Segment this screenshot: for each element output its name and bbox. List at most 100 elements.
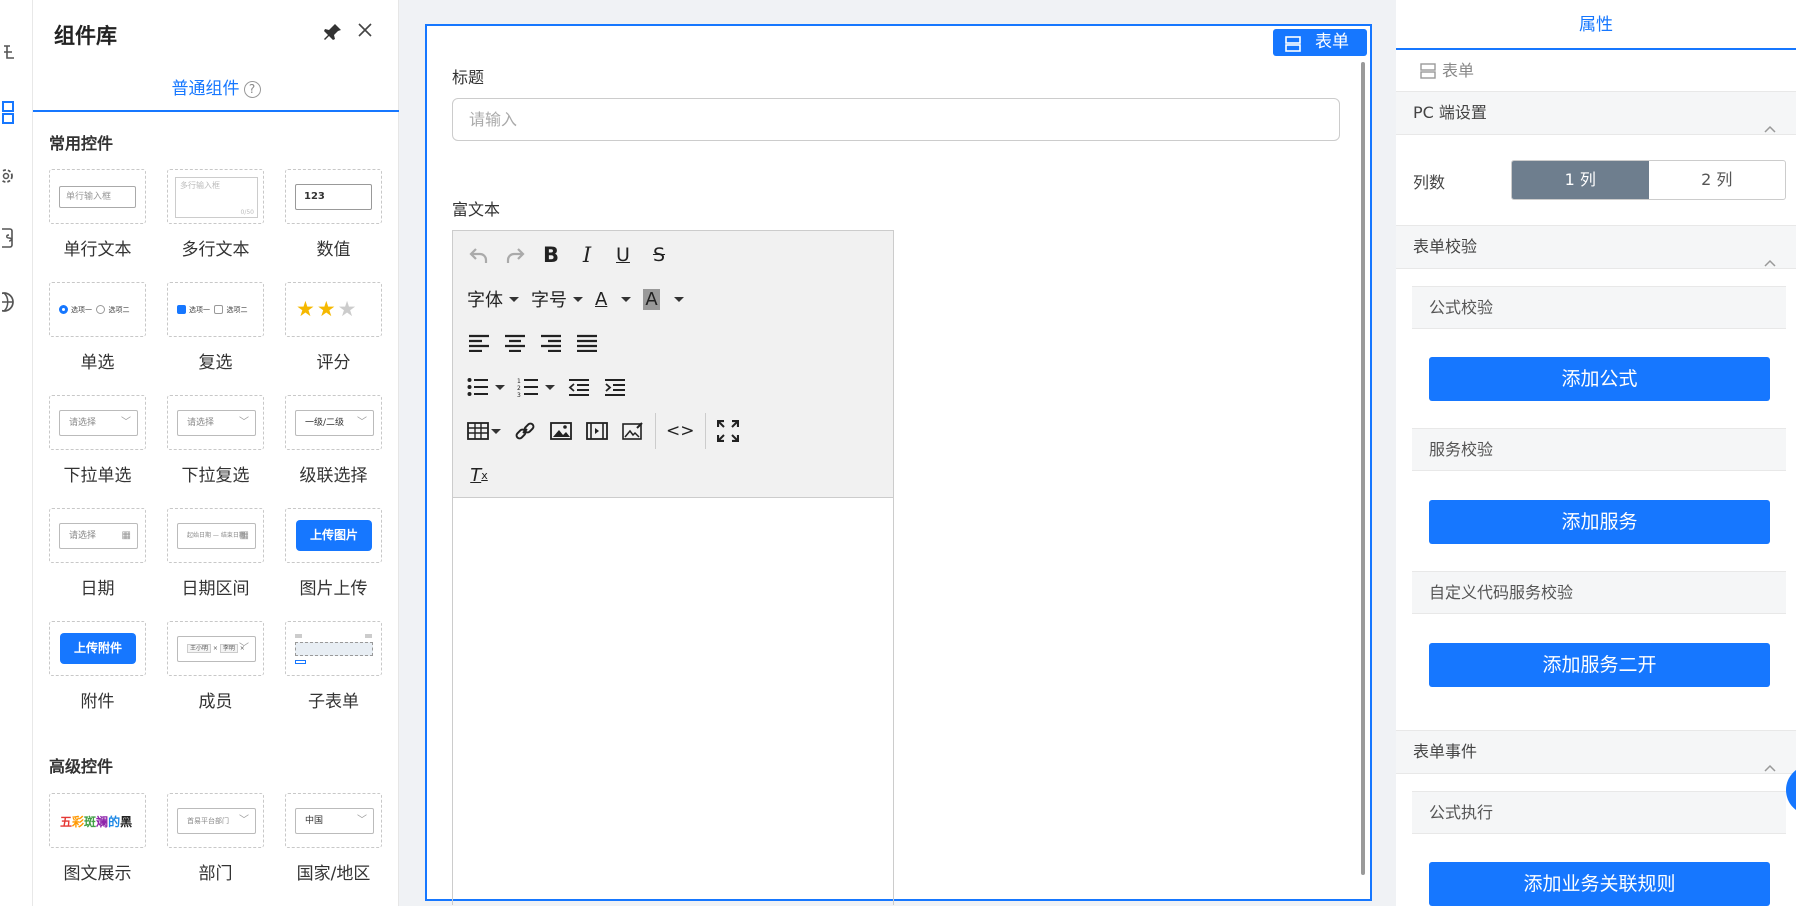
component-label: 数值 bbox=[316, 240, 351, 260]
background-color-button[interactable]: A bbox=[637, 281, 689, 317]
chevron-down-icon: ﹀ bbox=[121, 417, 131, 428]
align-left-icon[interactable] bbox=[461, 325, 497, 361]
component-attachment[interactable]: 上传附件 附件 bbox=[49, 621, 146, 734]
preview-cascader: 一级/二级 ﹀ bbox=[295, 410, 374, 436]
component-radio[interactable]: 选项一 选项二 单选 bbox=[49, 282, 146, 395]
component-cascader[interactable]: 一级/二级 ﹀ 级联选择 bbox=[285, 395, 382, 508]
add-formula-button[interactable]: 添加公式 bbox=[1429, 357, 1770, 401]
form-validation-header[interactable]: 表单校验 bbox=[1396, 225, 1796, 269]
font-family-dropdown[interactable]: 字体 bbox=[461, 281, 525, 317]
service-validation-header: 服务校验 bbox=[1412, 428, 1786, 471]
redo-icon[interactable] bbox=[497, 237, 533, 273]
pc-settings-header[interactable]: PC 端设置 bbox=[1396, 91, 1796, 135]
form-tag[interactable]: 表单 bbox=[1273, 29, 1367, 56]
component-image-upload[interactable]: 上传图片 图片上传 bbox=[285, 508, 382, 621]
section-advanced-title: 高级控件 bbox=[49, 757, 114, 776]
component-number[interactable]: 123 数值 bbox=[285, 169, 382, 282]
title-field-label: 标题 bbox=[452, 68, 485, 87]
component-multi-text[interactable]: 多行输入框 0/50 多行文本 bbox=[167, 169, 264, 282]
preview-member: 王小明 × 李明 × ﹀ bbox=[177, 636, 256, 662]
component-select-single[interactable]: 请选择 ﹀ 下拉单选 bbox=[49, 395, 146, 508]
columns-option-1[interactable]: 1 列 bbox=[1512, 161, 1649, 199]
component-label: 日期区间 bbox=[181, 579, 250, 599]
globe-icon[interactable] bbox=[0, 288, 14, 314]
calendar-icon: ▦ bbox=[121, 530, 131, 541]
component-date[interactable]: 请选择 ▦ 日期 bbox=[49, 508, 146, 621]
canvas-scrollbar[interactable] bbox=[1361, 62, 1365, 875]
richtext-toolbar: B I U S 字体 字号 A A 123 <> T x bbox=[453, 231, 893, 498]
align-center-icon[interactable] bbox=[497, 325, 533, 361]
add-service-button[interactable]: 添加服务 bbox=[1429, 500, 1770, 544]
chevron-up-icon bbox=[1764, 107, 1776, 149]
add-business-rule-button[interactable]: 添加业务关联规则 bbox=[1429, 862, 1770, 906]
clear-format-icon[interactable]: Tx bbox=[461, 457, 497, 493]
component-label: 多行文本 bbox=[181, 240, 250, 260]
preview-upload-file: 上传附件 bbox=[60, 633, 136, 664]
text-color-button[interactable]: A bbox=[589, 281, 637, 317]
add-custom-service-button[interactable]: 添加服务二开 bbox=[1429, 643, 1770, 687]
component-department[interactable]: 首易平台部门 ﹀ 部门 bbox=[167, 793, 264, 906]
close-icon[interactable] bbox=[357, 22, 373, 42]
tab-common-components[interactable]: 普通组件? bbox=[33, 70, 399, 112]
icon-rail bbox=[0, 0, 33, 906]
component-label: 下拉单选 bbox=[63, 466, 132, 486]
form-icon bbox=[1420, 62, 1436, 86]
component-label: 级联选择 bbox=[299, 466, 368, 486]
custom-code-validation-header: 自定义代码服务校验 bbox=[1412, 571, 1786, 614]
component-rich-display[interactable]: 五彩斑斓的黑 图文展示 bbox=[49, 793, 146, 906]
component-label: 部门 bbox=[198, 864, 233, 884]
font-size-dropdown[interactable]: 字号 bbox=[525, 281, 589, 317]
component-label: 单选 bbox=[80, 353, 115, 373]
form-canvas[interactable]: 表单 标题 富文本 B I U S 字体 字号 A A bbox=[425, 24, 1372, 905]
component-date-range[interactable]: 起始日期 — 结束日期 ▦ 日期区间 bbox=[167, 508, 264, 621]
form-events-header[interactable]: 表单事件 bbox=[1396, 730, 1796, 774]
title-input[interactable] bbox=[452, 98, 1340, 141]
component-single-text[interactable]: 单行输入框 单行文本 bbox=[49, 169, 146, 282]
columns-option-2[interactable]: 2 列 bbox=[1649, 161, 1786, 199]
preview-upload-image: 上传图片 bbox=[296, 520, 372, 551]
table-icon[interactable] bbox=[461, 413, 507, 449]
richtext-editor[interactable]: B I U S 字体 字号 A A 123 <> T x bbox=[452, 230, 894, 905]
image-edit-icon[interactable] bbox=[615, 413, 651, 449]
preview-date: 请选择 ▦ bbox=[59, 523, 138, 549]
align-right-icon[interactable] bbox=[533, 325, 569, 361]
gear-icon[interactable] bbox=[0, 163, 14, 189]
strikethrough-icon[interactable]: S bbox=[641, 237, 677, 273]
undo-icon[interactable] bbox=[461, 237, 497, 273]
tab-properties[interactable]: 属性 bbox=[1396, 0, 1796, 50]
bullet-list-icon[interactable] bbox=[461, 369, 511, 405]
component-icon[interactable] bbox=[0, 99, 14, 125]
component-country[interactable]: 中国 ﹀ 国家/地区 bbox=[285, 793, 382, 906]
underline-icon[interactable]: U bbox=[605, 237, 641, 273]
component-rating[interactable]: ★★★ 评分 bbox=[285, 282, 382, 395]
preview-textarea: 多行输入框 0/50 bbox=[175, 177, 258, 218]
align-justify-icon[interactable] bbox=[569, 325, 605, 361]
script-icon[interactable] bbox=[0, 225, 14, 251]
component-checkbox[interactable]: 选项一 选项二 复选 bbox=[167, 282, 264, 395]
help-icon[interactable]: ? bbox=[243, 81, 261, 98]
preview-checkbox: 选项一 选项二 bbox=[177, 305, 247, 315]
bold-icon[interactable]: B bbox=[533, 237, 569, 273]
tree-icon[interactable] bbox=[0, 40, 14, 66]
component-label: 成员 bbox=[198, 692, 233, 712]
indent-icon[interactable] bbox=[597, 369, 633, 405]
component-label: 国家/地区 bbox=[296, 864, 371, 884]
component-subform[interactable]: 子表单 bbox=[285, 621, 382, 734]
chevron-up-icon bbox=[1764, 241, 1776, 283]
link-icon[interactable] bbox=[507, 413, 543, 449]
preview-subform bbox=[285, 621, 382, 676]
numbered-list-icon[interactable]: 123 bbox=[511, 369, 561, 405]
pin-icon[interactable] bbox=[323, 22, 343, 46]
italic-icon[interactable]: I bbox=[569, 237, 605, 273]
chevron-down-icon: ﹀ bbox=[239, 643, 249, 654]
component-member[interactable]: 王小明 × 李明 × ﹀ 成员 bbox=[167, 621, 264, 734]
form-tag-label: 表单 bbox=[1315, 32, 1349, 52]
fullscreen-icon[interactable] bbox=[710, 413, 746, 449]
outdent-icon[interactable] bbox=[561, 369, 597, 405]
component-select-multi[interactable]: 请选择 ﹀ 下拉复选 bbox=[167, 395, 264, 508]
video-icon[interactable] bbox=[579, 413, 615, 449]
code-icon[interactable]: <> bbox=[660, 413, 701, 449]
preview-select: 请选择 ﹀ bbox=[177, 410, 256, 436]
image-icon[interactable] bbox=[543, 413, 579, 449]
component-label: 单行文本 bbox=[63, 240, 132, 260]
